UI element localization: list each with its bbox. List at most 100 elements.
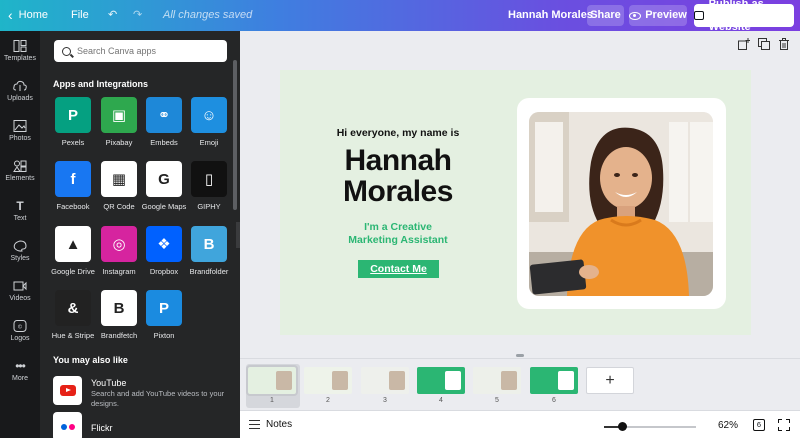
chevron-left-icon: ‹ — [8, 7, 13, 23]
contact-me-button[interactable]: Contact Me — [358, 260, 439, 278]
rail-item-elements[interactable]: Elements — [0, 160, 40, 182]
app-brandfetch[interactable]: B Brandfetch — [99, 290, 139, 340]
preview-button[interactable]: Preview — [629, 5, 687, 26]
play-icon — [59, 385, 76, 396]
palette-icon — [13, 240, 27, 252]
elements-icon — [13, 160, 27, 172]
portrait-photo[interactable] — [529, 112, 713, 296]
page-thumbnail[interactable] — [361, 367, 409, 394]
add-page-button[interactable]: + — [586, 367, 634, 394]
delete-page-icon[interactable] — [778, 38, 790, 50]
search-input[interactable] — [77, 46, 217, 56]
page-number: 4 — [439, 397, 443, 404]
greeting-text[interactable]: Hi everyone, my name is — [328, 127, 468, 139]
slide-canvas[interactable]: Hi everyone, my name is Hannah Morales I… — [280, 70, 751, 335]
rail-label: Styles — [10, 255, 30, 262]
zoom-level[interactable]: 62% — [718, 420, 738, 431]
home-label: Home — [18, 9, 49, 21]
app-brandfolder[interactable]: B Brandfolder — [189, 226, 229, 276]
apps-search[interactable] — [54, 40, 227, 62]
fullscreen-corner — [778, 427, 782, 431]
youtube-description: Search and add YouTube videos to your de… — [91, 389, 225, 408]
app-instagram[interactable]: ◎ Instagram — [99, 226, 139, 276]
rail-item-styles[interactable]: Styles — [0, 240, 40, 262]
page-thumbnails: 1 2 3 4 5 6 + — [240, 358, 800, 410]
youtube-logo — [53, 376, 82, 405]
page-thumbnail[interactable] — [304, 367, 352, 394]
rail-item-videos[interactable]: Videos — [0, 280, 40, 302]
notes-button[interactable]: Notes — [249, 419, 292, 430]
also-like-title: You may also like — [53, 355, 128, 365]
undo-icon[interactable]: ↶ — [108, 0, 117, 31]
rail-item-templates[interactable]: Templates — [0, 40, 40, 62]
page-thumbnail[interactable] — [473, 367, 521, 394]
app-pixton[interactable]: P Pixton — [144, 290, 184, 340]
app-google-drive[interactable]: ▲ Google Drive — [51, 226, 95, 276]
panel-scrollbar[interactable] — [233, 60, 237, 210]
share-button[interactable]: Share — [587, 5, 624, 26]
fullscreen-icon[interactable] — [778, 419, 790, 431]
notes-icon — [249, 420, 260, 429]
page-thumbnail[interactable] — [417, 367, 465, 394]
file-menu-button[interactable]: File — [71, 0, 89, 31]
app-hue-stripe[interactable]: & Hue & Stripe — [52, 290, 94, 340]
redo-icon[interactable]: ↷ — [133, 0, 142, 31]
rail-item-photos[interactable]: Photos — [0, 120, 40, 142]
app-logo: B — [191, 226, 227, 262]
document-title[interactable]: Hannah Morales — [508, 0, 593, 31]
app-qr-code[interactable]: ▦ QR Code — [99, 161, 139, 211]
app-pexels[interactable]: P Pexels — [53, 97, 93, 147]
role-text[interactable]: I'm a Creative Marketing Assistant — [320, 221, 476, 247]
add-page-icon[interactable] — [738, 38, 750, 50]
page-tools — [738, 38, 790, 50]
notes-label: Notes — [266, 419, 293, 430]
role-line-2: Marketing Assistant — [348, 234, 448, 246]
app-pixabay[interactable]: ▣ Pixabay — [99, 97, 139, 147]
app-logo: B — [101, 290, 137, 326]
app-logo: ❖ — [146, 226, 182, 262]
zoom-thumb[interactable] — [617, 422, 627, 431]
home-button[interactable]: ‹ Home — [8, 0, 68, 31]
name-heading[interactable]: Hannah Morales — [320, 145, 476, 207]
duplicate-page-icon[interactable] — [758, 38, 770, 50]
top-bar: ‹ Home File ↶ ↷ All changes saved Hannah… — [0, 0, 800, 33]
thumb-preview-block — [389, 371, 405, 390]
app-logo: ☺ — [191, 97, 227, 133]
preview-label: Preview — [645, 9, 687, 21]
photo-frame[interactable] — [517, 98, 726, 309]
page-count-button[interactable]: 6 — [753, 419, 765, 431]
rail-item-logos[interactable]: © Logos — [0, 320, 40, 342]
zoom-slider[interactable] — [604, 422, 696, 431]
photos-icon — [13, 120, 27, 132]
logo-icon: © — [13, 320, 27, 332]
app-emoji[interactable]: ☺ Emoji — [189, 97, 229, 147]
resize-handle[interactable] — [516, 354, 524, 357]
rail-label: Videos — [9, 295, 31, 302]
app-giphy[interactable]: ▯ GIPHY — [189, 161, 229, 211]
fullscreen-corner — [778, 419, 782, 423]
app-label: GIPHY — [197, 202, 221, 211]
app-logo: ▦ — [101, 161, 137, 197]
app-logo: P — [146, 290, 182, 326]
app-label: Pixton — [153, 331, 175, 340]
rail-item-more[interactable]: ••• More — [0, 360, 40, 382]
app-dropbox[interactable]: ❖ Dropbox — [144, 226, 184, 276]
svg-text:©: © — [17, 324, 23, 331]
thumb-preview-block — [558, 371, 574, 390]
app-label: Brandfolder — [189, 267, 229, 276]
page-thumbnail[interactable] — [246, 365, 298, 396]
rail-label: Uploads — [7, 95, 33, 102]
app-embeds[interactable]: ⚭ Embeds — [144, 97, 184, 147]
app-facebook[interactable]: f Facebook — [53, 161, 93, 211]
publish-website-button[interactable]: Publish as Website — [694, 0, 794, 33]
app-google-maps[interactable]: G Google Maps — [142, 161, 186, 211]
rail-item-text[interactable]: T Text — [0, 200, 40, 222]
templates-icon — [13, 40, 27, 52]
page-thumbnail[interactable] — [530, 367, 578, 394]
app-logo: ▯ — [191, 161, 227, 197]
page-number: 3 — [383, 397, 387, 404]
rail-item-uploads[interactable]: Uploads — [0, 80, 40, 102]
app-logo: f — [55, 161, 91, 197]
app-label: Emoji — [199, 138, 219, 147]
website-icon — [694, 11, 704, 20]
